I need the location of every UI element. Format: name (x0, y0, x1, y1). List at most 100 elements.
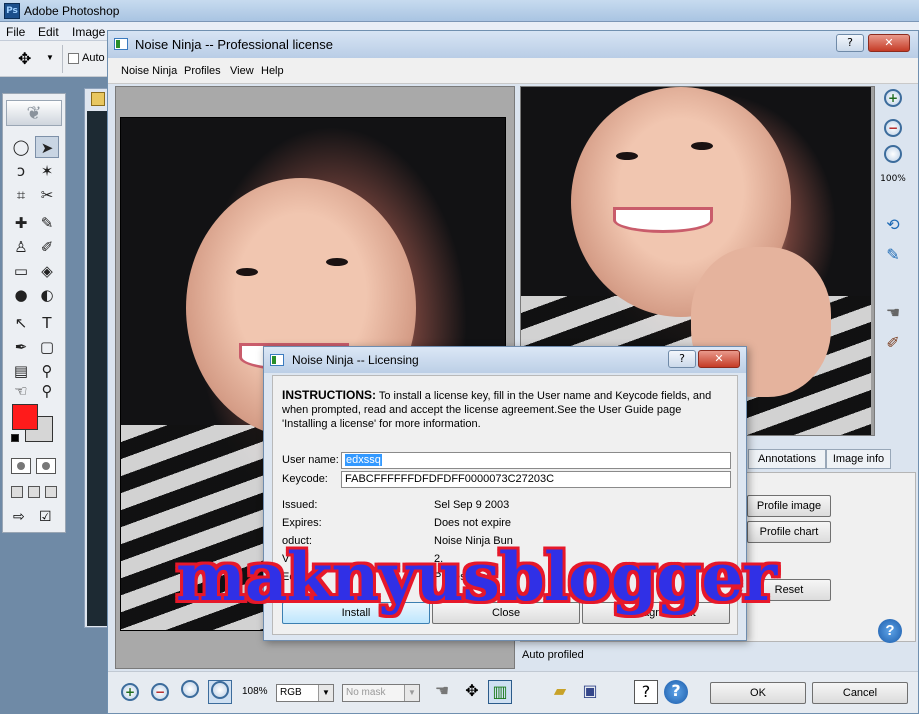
quick-mask-icon[interactable] (36, 458, 56, 474)
user-name-input[interactable]: edxssq (341, 452, 731, 469)
zoom-fit-icon[interactable] (880, 145, 906, 171)
photoshop-title: Adobe Photoshop (24, 4, 120, 18)
magic-wand-icon[interactable]: ✶ (35, 160, 59, 182)
feather-icon[interactable]: ❦ (6, 100, 62, 126)
brush-icon[interactable]: ✎ (35, 212, 59, 234)
slice-icon[interactable]: ✂ (35, 184, 59, 206)
tab-annotations[interactable]: Annotations (748, 449, 826, 469)
licensing-help-button[interactable]: ? (668, 350, 696, 368)
keycode-label: Keycode: (282, 473, 328, 485)
pen-icon[interactable]: ✒ (9, 336, 33, 358)
context-help-icon[interactable]: ? (634, 680, 658, 704)
instructions-line-2: when prompted, read and accept the licen… (282, 404, 682, 416)
foreground-color-swatch[interactable] (12, 404, 38, 430)
stamp-icon[interactable]: ♙ (9, 236, 33, 258)
move-icon[interactable]: ✥ (18, 49, 31, 69)
menu-view[interactable]: View (230, 65, 254, 77)
zoom-out-bottom-icon[interactable]: − (148, 680, 172, 704)
chevron-down-icon[interactable]: ▼ (46, 53, 54, 62)
screen-mode-full-icon[interactable] (45, 486, 57, 498)
instructions-line-3: 'Installing a license' for more informat… (282, 418, 481, 430)
zoom-readout: 100% (880, 174, 906, 184)
dodge-icon[interactable]: ◐ (35, 284, 59, 306)
screen-mode-standard-icon[interactable] (11, 486, 23, 498)
lasso-tool-icon[interactable]: ↄ (9, 160, 33, 182)
photo-eye-right (326, 258, 348, 266)
keycode-value: FABCFFFFFFDFDFDFF0000073C27203C (345, 473, 555, 485)
help-icon[interactable]: ? (878, 619, 902, 643)
history-brush-icon[interactable]: ✐ (35, 236, 59, 258)
chevron-down-icon: ▼ (404, 685, 419, 701)
color-mode-value: RGB (280, 687, 302, 698)
paint-bucket-icon[interactable]: ◈ (35, 260, 59, 282)
licensing-title: Noise Ninja -- Licensing (292, 353, 419, 367)
zoom-in-bottom-icon[interactable]: + (118, 680, 142, 704)
menu-profiles[interactable]: Profiles (184, 65, 221, 77)
licensing-app-icon (270, 354, 284, 366)
type-icon[interactable]: T (35, 312, 59, 334)
zoom-tool-icon[interactable]: ⚲ (35, 380, 59, 402)
preview-eye-right (691, 142, 713, 150)
menu-image[interactable]: Image (72, 25, 105, 39)
options-divider (62, 45, 63, 73)
help-button[interactable]: ? (836, 34, 864, 52)
ok-button[interactable]: OK (710, 682, 806, 704)
histogram-icon[interactable]: ▥ (488, 680, 512, 704)
preview-eye-left (616, 152, 638, 160)
default-colors-icon[interactable] (11, 434, 19, 442)
hand-pan-icon[interactable]: ☚ (880, 301, 906, 327)
issued-label: Issued: (282, 499, 318, 511)
screen-mode-full-menu-icon[interactable] (28, 486, 40, 498)
keycode-input[interactable]: FABCFFFFFFDFDFDFF0000073C27203C (341, 471, 731, 488)
profile-image-button[interactable]: Profile image (747, 495, 831, 517)
cancel-button[interactable]: Cancel (812, 682, 908, 704)
tab-image-info[interactable]: Image info (826, 449, 891, 469)
crop-icon[interactable]: ⌗ (9, 184, 33, 206)
path-select-icon[interactable]: ↖ (9, 312, 33, 334)
photoshop-logo-icon: Ps (4, 3, 20, 19)
menu-file[interactable]: File (6, 25, 25, 39)
color-mode-select[interactable]: RGB ▼ (276, 684, 334, 702)
close-button[interactable]: ✕ (868, 34, 910, 52)
expires-label: Expires: (282, 517, 322, 529)
licensing-title-bar: Noise Ninja -- Licensing ? ✕ (264, 347, 746, 373)
healing-brush-icon[interactable]: ✚ (9, 212, 33, 234)
auto-select-checkbox[interactable] (68, 53, 79, 64)
open-folder-icon[interactable]: ▰ (548, 680, 572, 704)
zoom-level: 108% (242, 686, 268, 697)
hand-icon[interactable]: ☜ (9, 380, 33, 402)
edit-in-imageready-icon[interactable]: ☑ (39, 508, 52, 525)
eraser-icon[interactable]: ▭ (9, 260, 33, 282)
user-name-value: edxssq (345, 454, 382, 466)
move-tool-icon[interactable]: ➤ (35, 136, 59, 158)
menu-edit[interactable]: Edit (38, 25, 59, 39)
preview-mouth (613, 207, 713, 233)
zoom-actual-bottom-icon[interactable] (208, 680, 232, 704)
zoom-fit-bottom-icon[interactable] (178, 680, 202, 704)
hand-icon[interactable]: ☚ (430, 680, 454, 704)
notes-icon[interactable]: ▤ (9, 360, 33, 382)
standard-mode-icon[interactable] (11, 458, 31, 474)
zoom-in-icon[interactable]: + (880, 85, 906, 111)
menu-help[interactable]: Help (261, 65, 284, 77)
save-disk-icon[interactable]: ▣ (578, 680, 602, 704)
rotate-preview-icon[interactable]: ⟲ (880, 213, 906, 239)
noise-ninja-title: Noise Ninja -- Professional license (135, 37, 333, 52)
licensing-close-button[interactable]: ✕ (698, 350, 740, 368)
blur-icon[interactable]: ● (9, 284, 33, 306)
zoom-out-icon[interactable]: − (880, 115, 906, 141)
noise-ninja-app-icon (114, 38, 128, 50)
chevron-down-icon: ▼ (318, 685, 333, 701)
mask-select[interactable]: No mask ▼ (342, 684, 420, 702)
noise-brush-icon[interactable]: ✎ (880, 243, 906, 269)
lasso-icon[interactable]: ◯ (9, 136, 33, 158)
eyedropper-icon[interactable]: ⚲ (35, 360, 59, 382)
mask-value: No mask (346, 687, 386, 698)
help-icon-bottom[interactable]: ? (664, 680, 688, 704)
move-icon[interactable]: ✥ (460, 680, 484, 704)
jump-to-imageready-icon[interactable]: ⇨ (13, 508, 25, 525)
shape-icon[interactable]: ▢ (35, 336, 59, 358)
menu-noise-ninja[interactable]: Noise Ninja (121, 65, 177, 77)
user-name-label: User name: (282, 454, 339, 466)
brush-tool-icon[interactable]: ✐ (880, 331, 906, 357)
